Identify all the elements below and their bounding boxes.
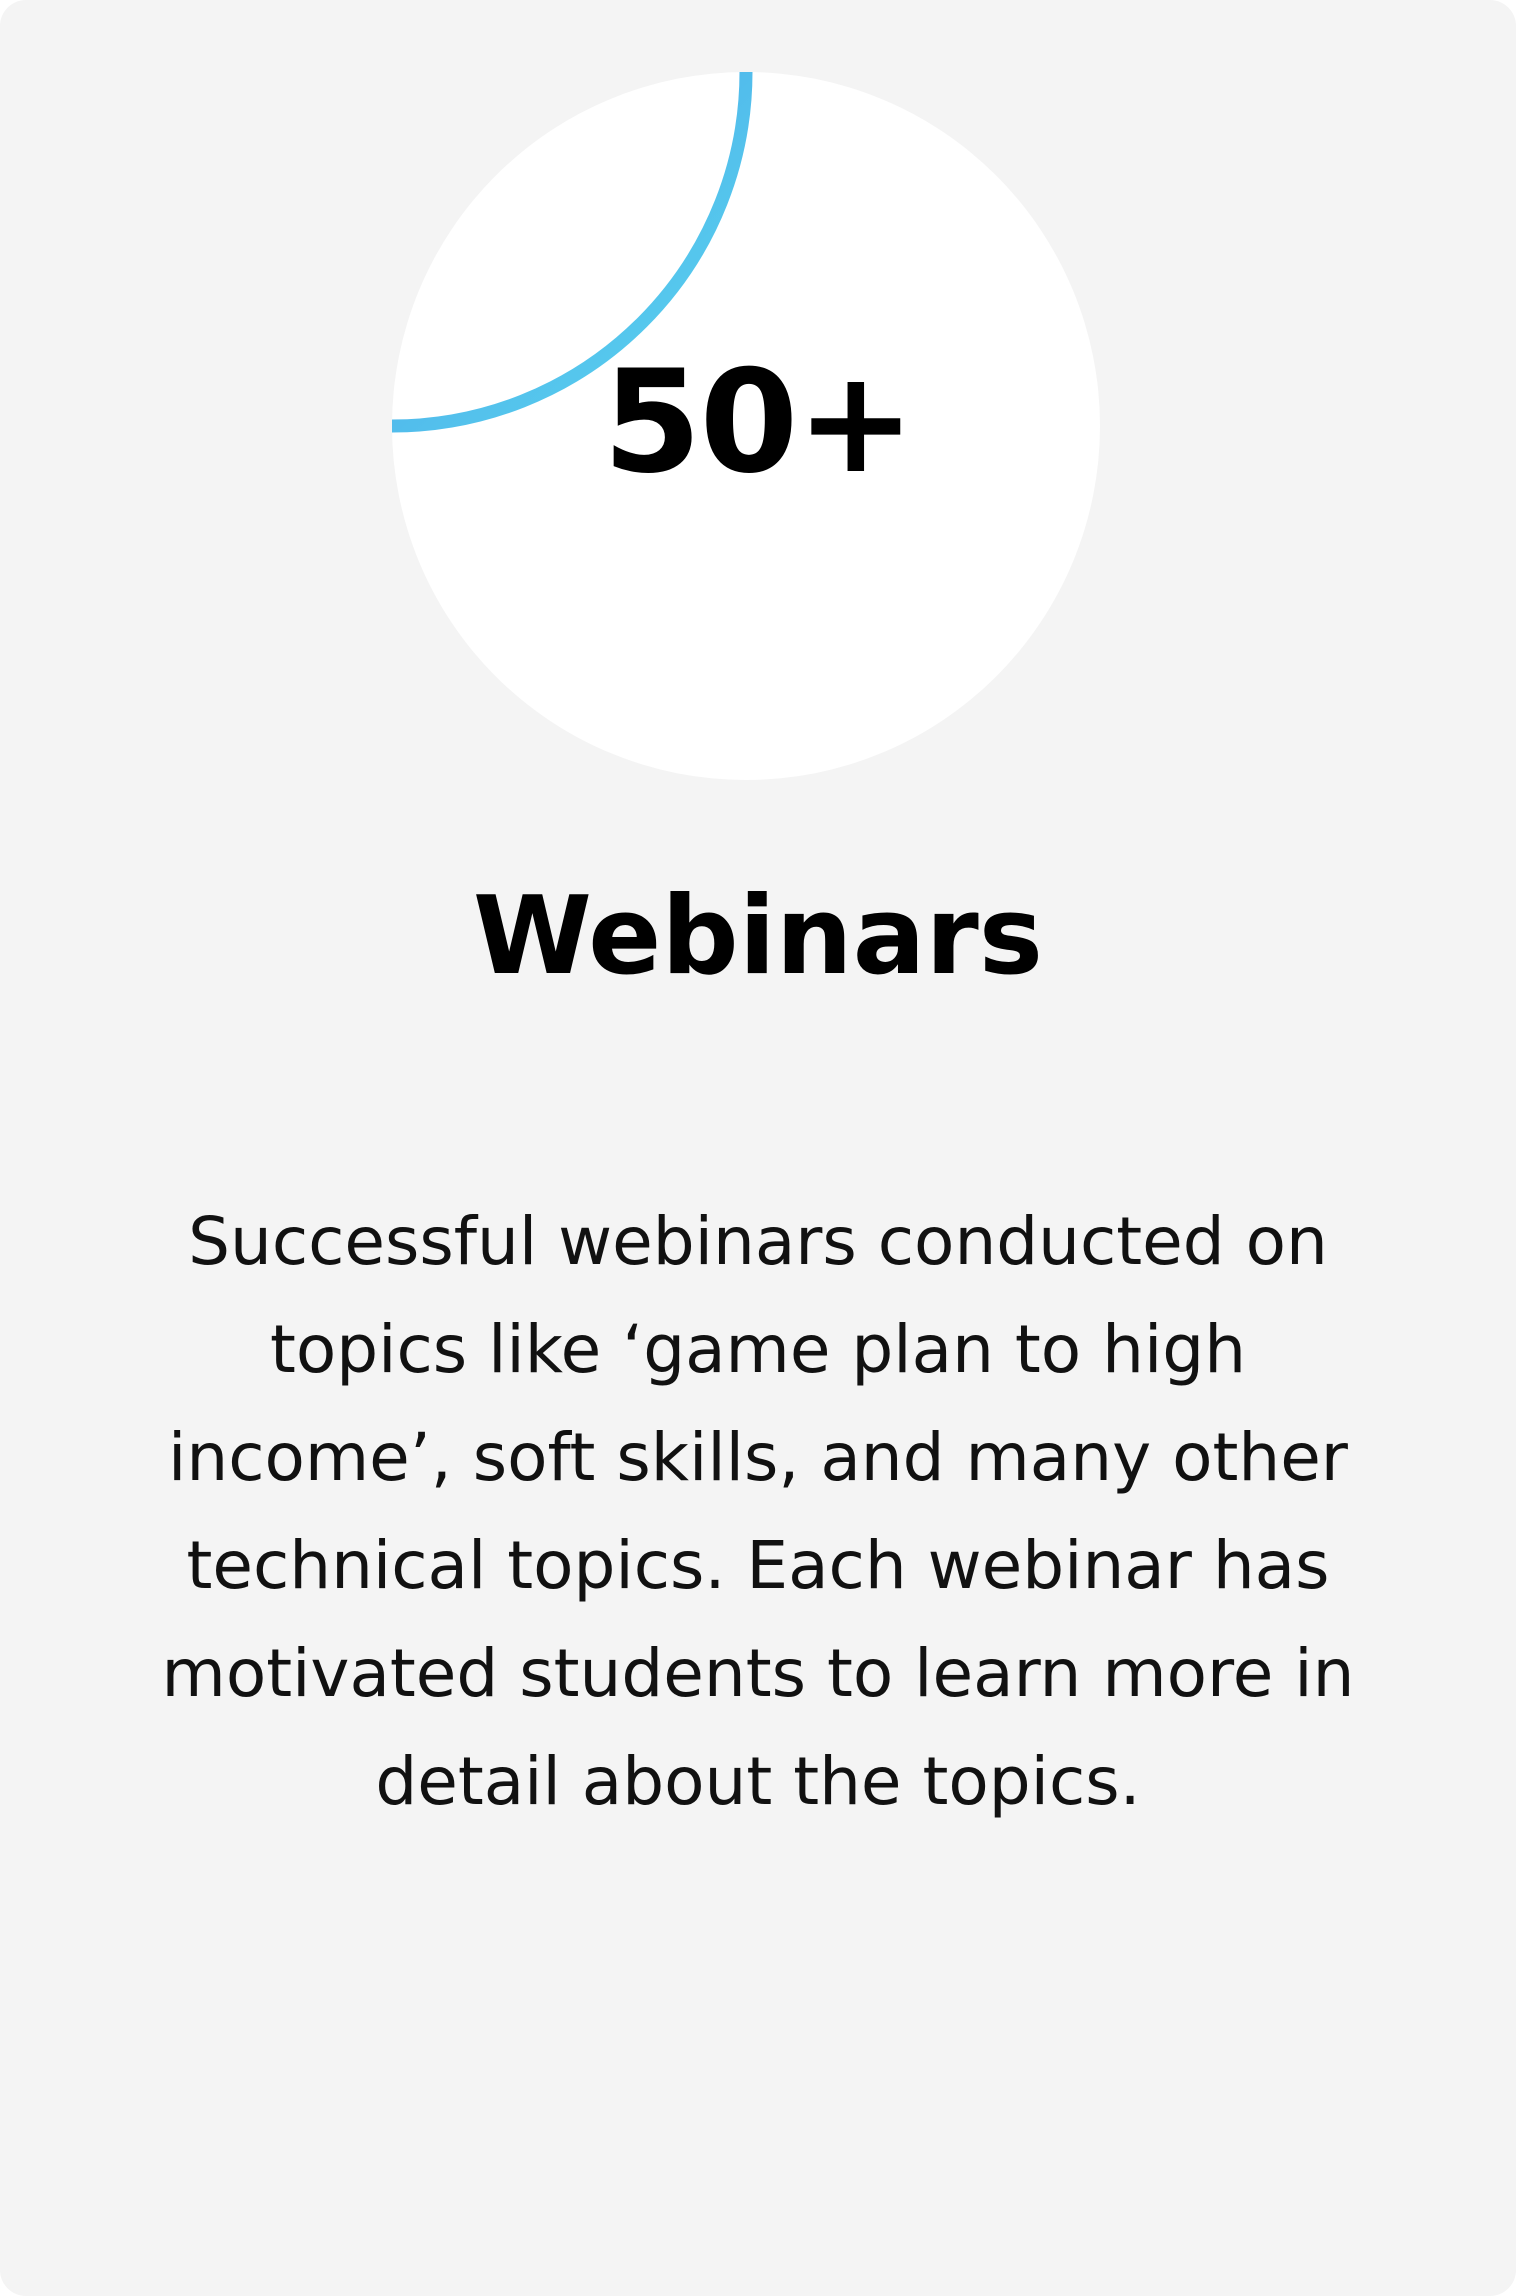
stat-card: 50+ Webinars Successful webinars conduct… — [0, 0, 1516, 2296]
stat-value: 50+ — [602, 340, 916, 505]
stat-description: Successful webinars conducted on topics … — [161, 1203, 1355, 1820]
stat-title: Webinars — [472, 874, 1044, 999]
